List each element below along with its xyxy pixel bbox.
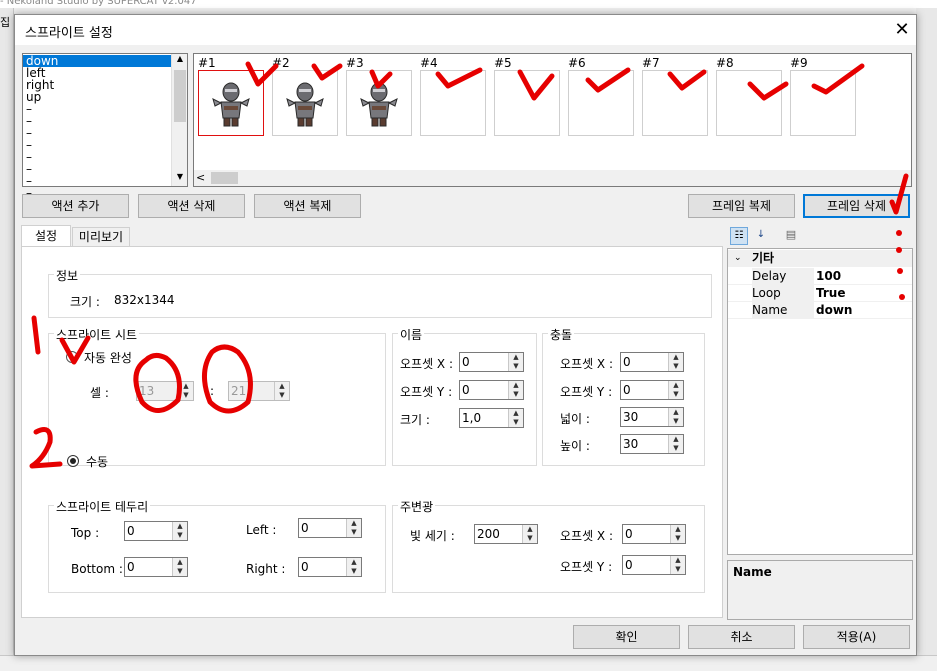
check-mark-6 xyxy=(585,67,631,93)
check-mark-auto xyxy=(59,335,91,365)
red-dot-1 xyxy=(896,230,902,236)
check-mark-7 xyxy=(667,69,707,91)
check-mark-10 xyxy=(889,173,909,215)
check-mark-2 xyxy=(311,63,343,81)
check-mark-9 xyxy=(811,63,865,95)
check-mark-4 xyxy=(435,67,483,89)
circle-cell-y xyxy=(202,344,253,414)
red-dot-2 xyxy=(896,247,902,253)
check-mark-1 xyxy=(245,61,279,87)
handwritten-two xyxy=(29,427,63,469)
check-mark-8 xyxy=(747,81,789,101)
red-dot-3 xyxy=(897,268,903,274)
red-dot-4 xyxy=(899,294,905,300)
circle-cell-x xyxy=(133,352,182,413)
annotation-layer xyxy=(29,61,909,469)
handwritten-one xyxy=(31,315,41,355)
check-mark-3 xyxy=(369,69,393,89)
check-mark-5 xyxy=(517,69,555,101)
